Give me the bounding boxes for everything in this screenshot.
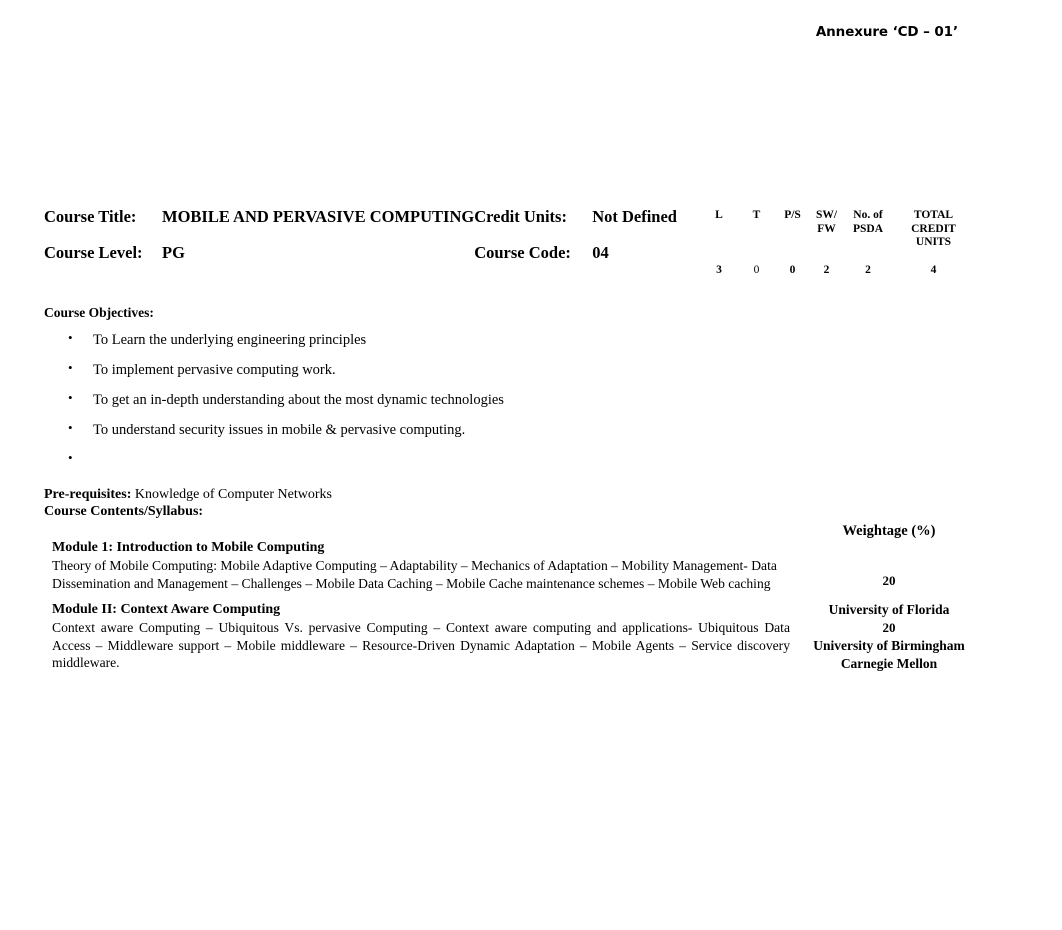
list-item: To Learn the underlying engineering prin…	[44, 328, 744, 361]
credits-value-total: 4	[930, 263, 937, 276]
course-level-value: PG	[162, 243, 185, 262]
credits-value-l: 3	[716, 263, 722, 276]
credits-value-psda: 2	[865, 263, 871, 276]
syllabus-modules-cell: Module 1: Introduction to Mobile Computi…	[44, 520, 804, 673]
syllabus-row: Module 1: Introduction to Mobile Computi…	[44, 520, 974, 673]
credits-header-row: L T P/S SW/ FW No. of PSDA TOTAL CREDIT …	[700, 209, 974, 250]
weightage-header: Weightage (%)	[842, 523, 936, 539]
list-item	[44, 448, 744, 481]
reference-note-3: Carnegie Mellon	[840, 656, 938, 671]
credits-header-l: L	[715, 209, 723, 221]
credits-header-psda: No. of PSDA	[843, 209, 893, 250]
module-1-weightage: 20	[882, 573, 896, 588]
course-code-value: 04	[592, 243, 609, 262]
course-title-label: Course Title:	[44, 207, 137, 226]
objective-text: To understand security issues in mobile …	[93, 422, 466, 438]
objective-text: To implement pervasive computing work.	[93, 362, 336, 378]
course-title-value: MOBILE AND PERVASIVE COMPUTING	[162, 207, 475, 226]
course-objectives-list: To Learn the underlying engineering prin…	[44, 328, 744, 481]
course-objectives-title: Course Objectives:	[44, 305, 154, 320]
credit-units-label: Credit Units:	[474, 207, 567, 226]
credits-header-t: T	[752, 209, 761, 221]
module-1-body: Theory of Mobile Computing: Mobile Adapt…	[52, 558, 777, 591]
credit-units-value: Not Defined	[592, 207, 677, 226]
credits-value-row: 3 0 0 2 2 4	[700, 250, 974, 278]
module-block-1: Module 1: Introduction to Mobile Computi…	[44, 538, 804, 592]
credits-value-t: 0	[753, 263, 760, 276]
list-item: To get an in-depth understanding about t…	[44, 388, 744, 421]
credits-header-swfw-line2: FW	[817, 222, 836, 235]
objective-text: To Learn the underlying engineering prin…	[93, 332, 367, 348]
credits-header-total-line1: TOTAL	[913, 209, 954, 221]
credits-header-total: TOTAL CREDIT UNITS	[893, 209, 974, 250]
document-page: Annexure ‘CD – 01’ Course Title: MOBILE …	[0, 0, 1062, 930]
weightage-cell: Weightage (%) 20 University of Florida 2…	[804, 520, 974, 673]
annexure-label: Annexure ‘CD – 01’	[815, 24, 958, 40]
credits-header-psda-line1: No. of	[853, 209, 883, 221]
module-2-weightage: 20	[882, 620, 896, 635]
objective-text: To get an in-depth understanding about t…	[93, 392, 504, 408]
course-level-label: Course Level:	[44, 243, 143, 262]
list-item: To understand security issues in mobile …	[44, 418, 744, 451]
module-block-2: Module II: Context Aware Computing Conte…	[44, 600, 804, 672]
prerequisites-line: Pre-requisites: Knowledge of Computer Ne…	[44, 486, 332, 504]
credits-header-swfw-line1: SW/	[815, 209, 838, 221]
credits-breakdown-table: L T P/S SW/ FW No. of PSDA TOTAL CREDIT …	[700, 209, 974, 277]
credits-header-psda-line2: PSDA	[852, 222, 884, 235]
prerequisites-label: Pre-requisites:	[44, 487, 132, 502]
credits-header-total-line2: CREDIT	[911, 222, 956, 235]
reference-note-2: University of Birmingham	[813, 638, 965, 653]
list-item: To implement pervasive computing work.	[44, 358, 744, 391]
course-contents-title: Course Contents/Syllabus:	[44, 504, 204, 519]
credits-header-swfw: SW/ FW	[810, 209, 843, 250]
syllabus-table: Module 1: Introduction to Mobile Computi…	[44, 520, 974, 673]
course-code-label: Course Code:	[474, 243, 571, 262]
credits-value-ps: 0	[789, 263, 796, 276]
credits-header-ps: P/S	[784, 209, 801, 221]
module-2-body: Context aware Computing – Ubiquitous Vs.…	[52, 620, 790, 670]
reference-note-1: University of Florida	[828, 602, 950, 617]
module-2-heading: Module II: Context Aware Computing	[52, 602, 281, 617]
credits-value-sw: 2	[823, 263, 830, 276]
module-1-heading: Module 1: Introduction to Mobile Computi…	[52, 540, 325, 555]
prerequisites-value: Knowledge of Computer Networks	[134, 487, 332, 502]
credits-header-total-line3: UNITS	[915, 236, 952, 249]
